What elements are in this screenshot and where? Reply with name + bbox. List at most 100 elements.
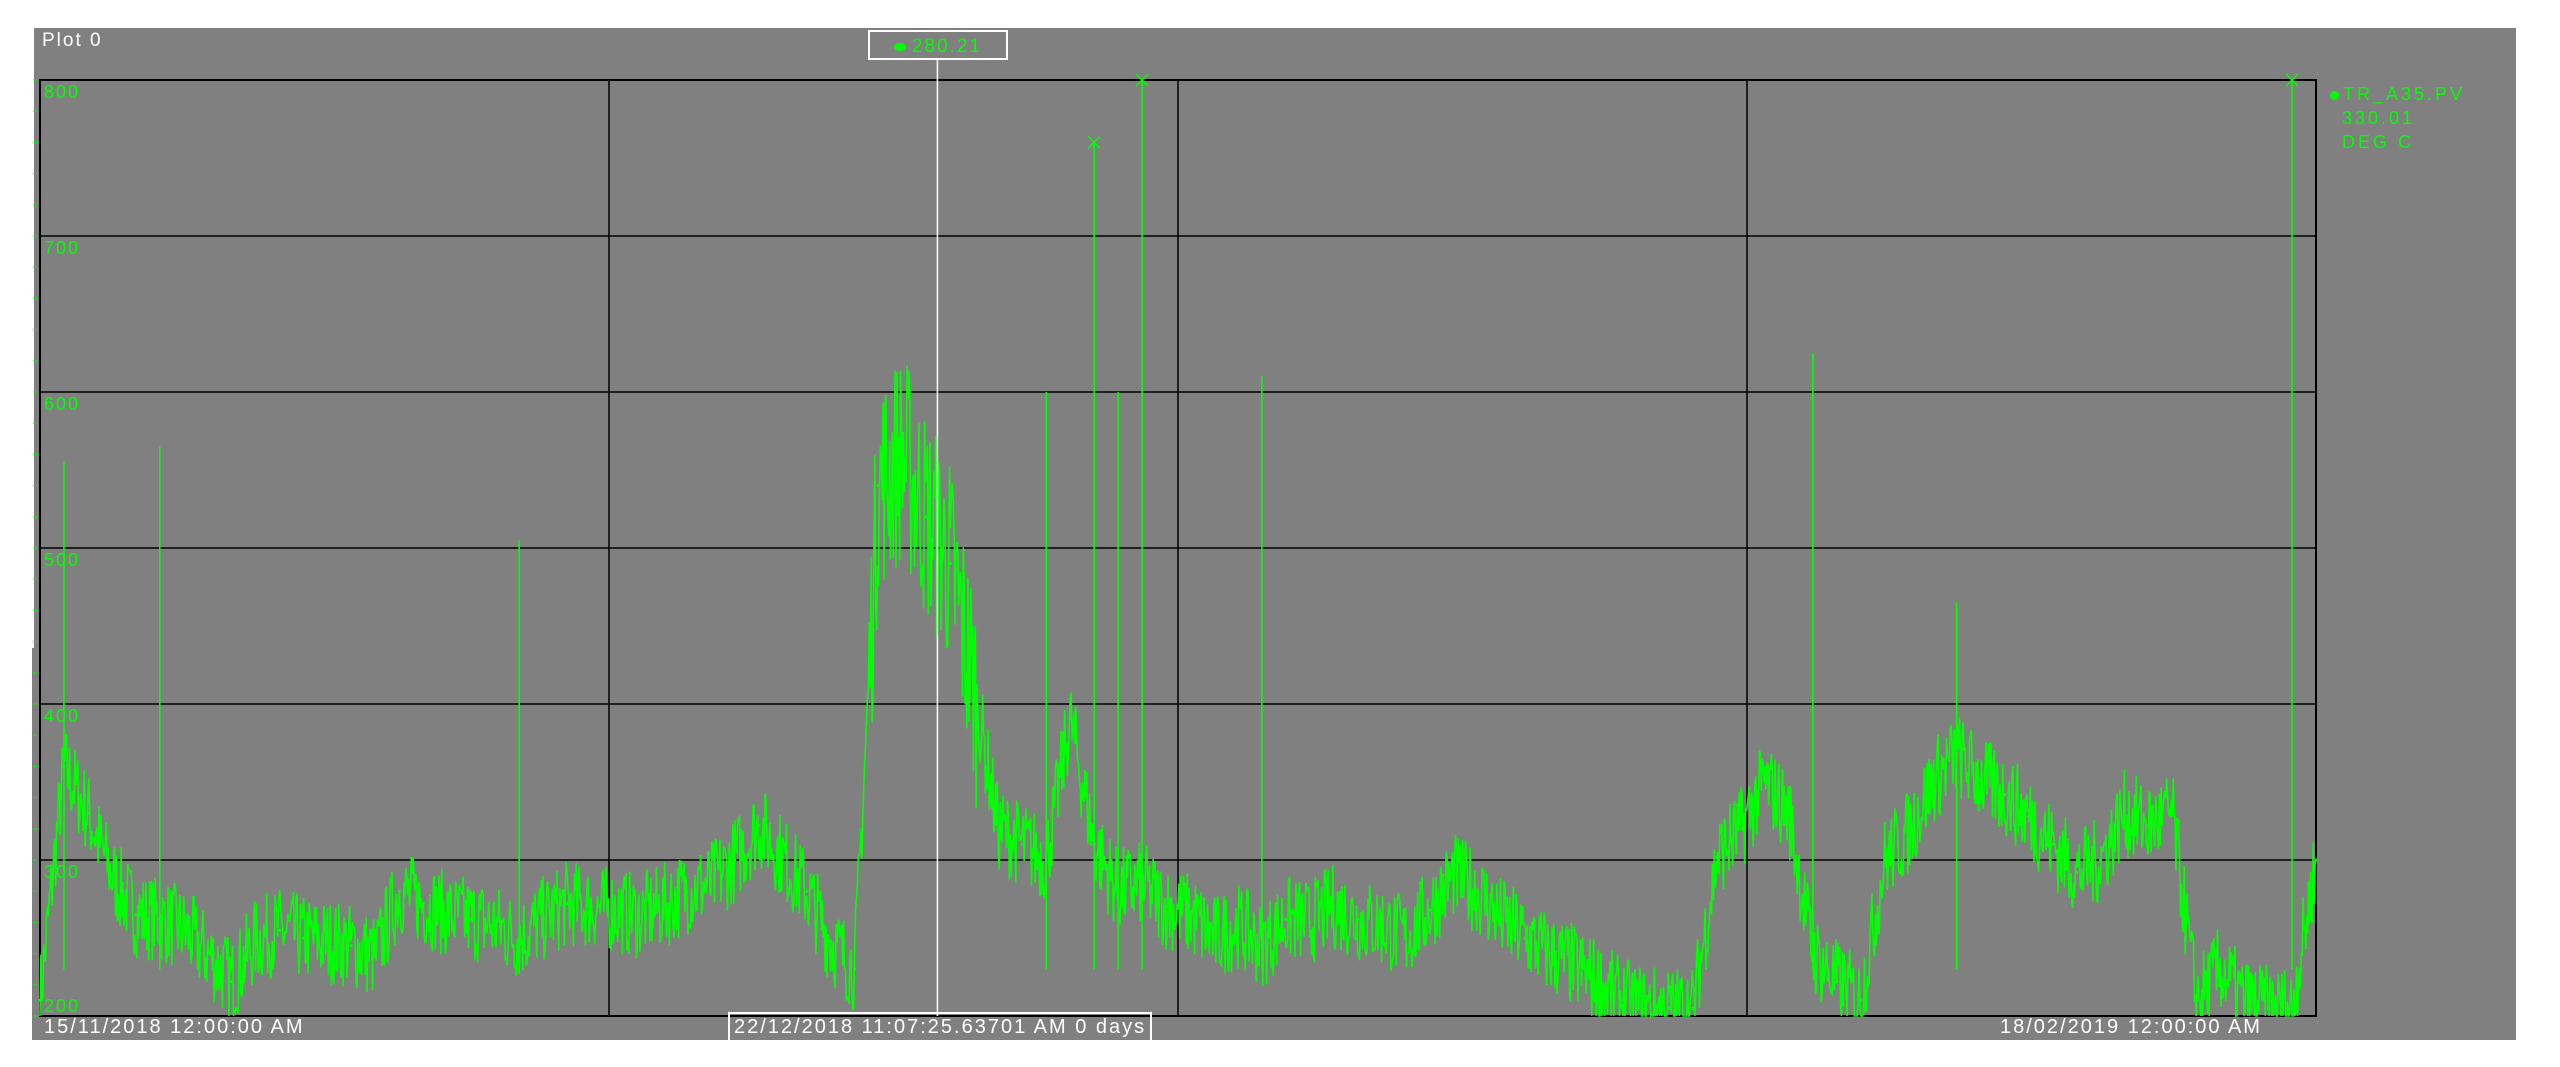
data-point bbox=[1667, 1006, 1671, 1010]
data-point bbox=[1188, 913, 1192, 917]
data-point bbox=[1859, 998, 1863, 1002]
data-point bbox=[493, 924, 497, 928]
series-dot-icon bbox=[2330, 91, 2339, 100]
data-point bbox=[1523, 936, 1527, 940]
data-point bbox=[1212, 936, 1216, 940]
data-point bbox=[733, 858, 737, 862]
data-point bbox=[1020, 842, 1024, 846]
data-point bbox=[86, 811, 90, 815]
data-point bbox=[1428, 908, 1432, 912]
data-point bbox=[1787, 811, 1791, 815]
data-point bbox=[230, 980, 234, 984]
data-point bbox=[110, 874, 114, 878]
data-point bbox=[1931, 780, 1935, 784]
data-point bbox=[1236, 924, 1240, 928]
data-point bbox=[134, 913, 138, 917]
y-tick-label: 600 bbox=[44, 394, 80, 414]
legend-series-name: TR_A35.PV bbox=[2343, 84, 2466, 104]
data-point bbox=[1835, 980, 1839, 984]
y-tick-label: 500 bbox=[44, 550, 80, 570]
data-point bbox=[1332, 905, 1336, 909]
data-point bbox=[2027, 814, 2031, 818]
data-point bbox=[1883, 858, 1887, 862]
data-point bbox=[1068, 718, 1072, 722]
data-point bbox=[1907, 830, 1911, 834]
data-point bbox=[781, 855, 785, 859]
data-point bbox=[1164, 905, 1168, 909]
data-point bbox=[1619, 998, 1623, 1002]
data-point bbox=[469, 917, 473, 921]
y-tick-label: 800 bbox=[44, 82, 80, 102]
data-point bbox=[1571, 964, 1575, 968]
data-point bbox=[182, 928, 186, 932]
data-point bbox=[900, 452, 904, 456]
cursor-span: 0 days bbox=[1075, 1016, 1147, 1038]
data-point bbox=[397, 889, 401, 893]
data-point bbox=[924, 515, 928, 519]
data-point bbox=[1452, 874, 1456, 878]
y-tick-label: 300 bbox=[44, 862, 80, 882]
data-point bbox=[1404, 936, 1408, 940]
legend-series-value: 330.01 bbox=[2342, 108, 2416, 128]
data-point bbox=[1499, 917, 1503, 921]
data-point bbox=[613, 908, 617, 912]
data-point bbox=[1356, 917, 1360, 921]
data-point bbox=[2290, 1006, 2294, 1010]
y-tick-label: 400 bbox=[44, 706, 80, 726]
data-point bbox=[325, 939, 329, 943]
data-point bbox=[349, 944, 353, 948]
data-point bbox=[206, 952, 210, 956]
data-point bbox=[996, 827, 1000, 831]
data-point bbox=[302, 936, 306, 940]
data-point bbox=[685, 889, 689, 893]
data-point bbox=[1715, 855, 1719, 859]
data-point bbox=[2218, 967, 2222, 971]
data-point bbox=[709, 881, 713, 885]
data-point bbox=[541, 917, 545, 921]
data-point bbox=[829, 939, 833, 943]
data-point bbox=[373, 955, 377, 959]
y-tick-label: 200 bbox=[44, 996, 80, 1016]
data-point bbox=[565, 902, 569, 906]
data-point bbox=[2003, 792, 2007, 796]
data-point bbox=[589, 905, 593, 909]
data-point bbox=[757, 824, 761, 828]
data-point bbox=[2170, 811, 2174, 815]
data-point bbox=[2242, 998, 2246, 1002]
data-point bbox=[2122, 811, 2126, 815]
cursor-marker-icon bbox=[893, 42, 906, 51]
data-point bbox=[1284, 917, 1288, 921]
data-point bbox=[2266, 1006, 2270, 1010]
data-point bbox=[1595, 980, 1599, 984]
cursor-time-label: 22/12/2018 11:07:25.63701 AM 0 days bbox=[728, 1012, 1153, 1040]
cursor-value: 280.21 bbox=[911, 36, 983, 57]
data-point bbox=[972, 686, 976, 690]
data-point bbox=[1691, 1006, 1695, 1010]
data-point bbox=[445, 913, 449, 917]
data-point bbox=[1547, 952, 1551, 956]
data-point bbox=[254, 939, 258, 943]
data-point bbox=[2314, 858, 2318, 862]
trend-chart[interactable]: 200 300 400 500 600 700 800 bbox=[0, 0, 2560, 1067]
data-point bbox=[278, 928, 282, 932]
data-point bbox=[38, 998, 42, 1002]
data-point bbox=[853, 967, 857, 971]
data-point bbox=[637, 914, 641, 918]
data-point bbox=[1739, 827, 1743, 831]
data-point bbox=[2194, 998, 2198, 1002]
cursor-value-box[interactable]: 280.21 bbox=[868, 30, 1008, 60]
data-point bbox=[1380, 924, 1384, 928]
y-tick-label: 700 bbox=[44, 238, 80, 258]
data-point bbox=[948, 562, 952, 566]
data-point bbox=[2050, 842, 2054, 846]
x-end-label: 18/02/2019 12:00:00 AM bbox=[2000, 1016, 2262, 1038]
data-point bbox=[1308, 920, 1312, 924]
data-point bbox=[1475, 889, 1479, 893]
data-point bbox=[1643, 1006, 1647, 1010]
data-point bbox=[2098, 858, 2102, 862]
x-start-label: 15/11/2018 12:00:00 AM bbox=[44, 1016, 305, 1038]
cursor-time: 22/12/2018 11:07:25.63701 AM bbox=[734, 1016, 1068, 1038]
data-point bbox=[1979, 777, 1983, 781]
legend[interactable]: TR_A35.PV 330.01 DEG C bbox=[2330, 82, 2465, 154]
data-point bbox=[421, 902, 425, 906]
